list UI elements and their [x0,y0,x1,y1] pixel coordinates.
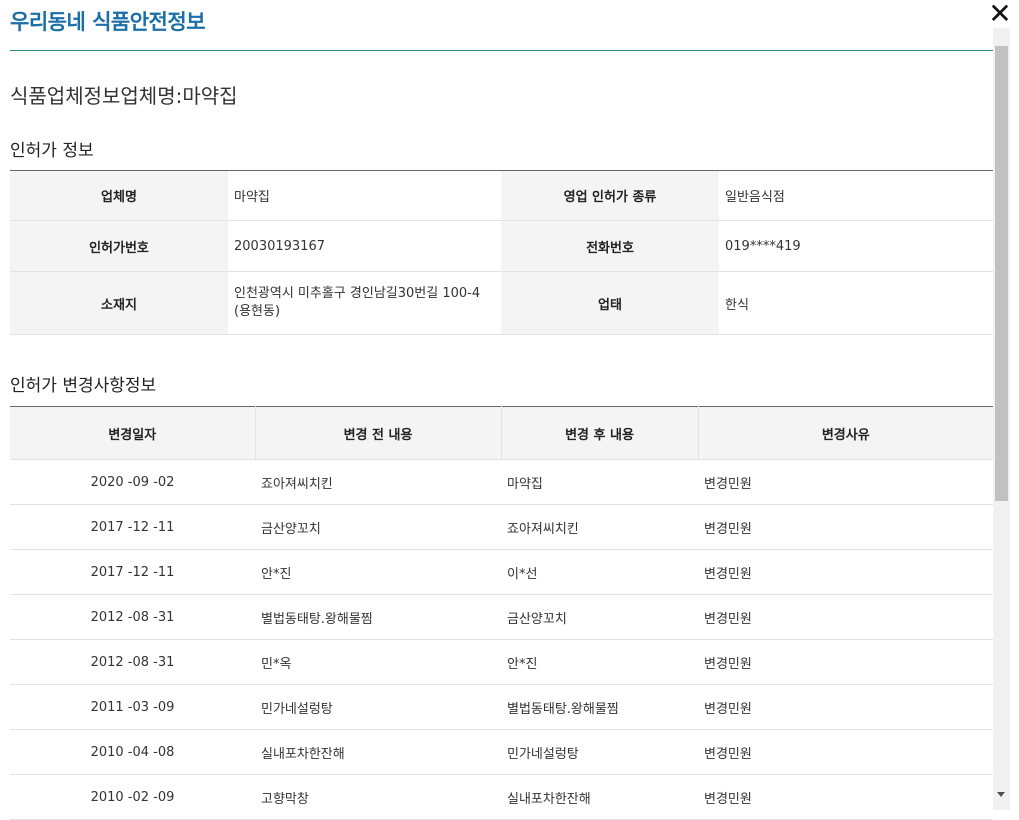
change-date: 2011 -03 -09 [10,684,255,730]
value-phone: 019****419 [719,220,993,272]
change-date: 2017 -12 -11 [10,549,255,595]
business-heading: 식품업체정보업체명:마약집 [10,84,238,108]
value-business-name: 마약집 [228,170,501,221]
content-after: 민가네설렁탕 [501,729,698,775]
change-date: 2012 -08 -31 [10,639,255,685]
license-section-title: 인허가 정보 [10,141,94,161]
table-row: 2011 -03 -09 민가네설렁탕 별법동태탕.왕해물찜 변경민원 [10,684,993,730]
change-reason: 변경민원 [698,639,993,685]
content-after: 죠아져씨치킨 [501,504,698,550]
change-reason: 변경민원 [698,504,993,550]
title-divider [10,50,993,51]
table-row: 2017 -12 -11 금산양꼬치 죠아져씨치킨 변경민원 [10,504,993,550]
license-row: 인허가번호 20030193167 전화번호 019****419 [10,220,993,272]
content-before: 실내포차한잔해 [255,729,501,775]
table-row: 2010 -04 -08 실내포차한잔해 민가네설렁탕 변경민원 [10,729,993,775]
content-before: 죠아져씨치킨 [255,459,501,505]
header-content-after: 변경 후 내용 [500,406,698,460]
label-business-category: 업태 [501,271,719,335]
label-address: 소재지 [10,271,228,335]
content-before: 민가네설렁탕 [255,684,501,730]
content-after: 별법동태탕.왕해물찜 [501,684,698,730]
vertical-scrollbar[interactable] [993,28,1010,810]
content-after: 이*선 [501,549,698,595]
content-before: 민*옥 [255,639,501,685]
label-phone: 전화번호 [501,220,719,272]
close-button[interactable]: ✕ [987,0,1013,28]
table-row: 2012 -08 -31 민*옥 안*진 변경민원 [10,639,993,685]
content-before: 금산양꼬치 [255,504,501,550]
change-reason: 변경민원 [698,684,993,730]
header-change-reason: 변경사유 [697,406,993,460]
change-date: 2012 -08 -31 [10,594,255,640]
label-license-number: 인허가번호 [10,220,228,272]
content-before: 별법동태탕.왕해물찜 [255,594,501,640]
change-reason: 변경민원 [698,729,993,775]
value-license-type: 일반음식점 [719,170,993,221]
label-business-name: 업체명 [10,170,228,221]
scrollbar-thumb[interactable] [995,46,1008,501]
change-reason: 변경민원 [698,549,993,595]
license-info-table: 업체명 마약집 영업 인허가 종류 일반음식점 인허가번호 2003019316… [10,170,993,335]
label-license-type: 영업 인허가 종류 [501,170,719,221]
content-after: 금산양꼬치 [501,594,698,640]
value-business-category: 한식 [719,271,993,335]
change-date: 2017 -12 -11 [10,504,255,550]
change-reason: 변경민원 [698,774,993,820]
content-after: 마약집 [501,459,698,505]
change-reason: 변경민원 [698,459,993,505]
license-changes-table: 변경일자 변경 전 내용 변경 후 내용 변경사유 2020 -09 -02 죠… [10,406,993,820]
popup-title: 우리동네 식품안전정보 [10,10,206,34]
chevron-down-icon[interactable] [997,792,1005,797]
license-row: 업체명 마약집 영업 인허가 종류 일반음식점 [10,170,993,221]
content-after: 안*진 [501,639,698,685]
license-row: 소재지 인천광역시 미추홀구 경인남길30번길 100-4 (용현동) 업태 한… [10,271,993,335]
close-icon: ✕ [988,0,1012,30]
change-date: 2010 -02 -09 [10,774,255,820]
table-row: 2017 -12 -11 안*진 이*선 변경민원 [10,549,993,595]
content-after: 실내포차한잔해 [501,774,698,820]
header-content-before: 변경 전 내용 [254,406,501,460]
content-before: 안*진 [255,549,501,595]
popup-content: 우리동네 식품안전정보 식품업체정보업체명:마약집 인허가 정보 업체명 마약집… [10,0,993,820]
table-row: 2010 -02 -09 고향막창 실내포차한잔해 변경민원 [10,774,993,820]
table-row: 2020 -09 -02 죠아져씨치킨 마약집 변경민원 [10,459,993,505]
change-date: 2020 -09 -02 [10,459,255,505]
content-before: 고향막창 [255,774,501,820]
value-address: 인천광역시 미추홀구 경인남길30번길 100-4 (용현동) [228,271,501,335]
change-reason: 변경민원 [698,594,993,640]
table-row: 2012 -08 -31 별법동태탕.왕해물찜 금산양꼬치 변경민원 [10,594,993,640]
value-license-number: 20030193167 [228,220,501,272]
changes-header-row: 변경일자 변경 전 내용 변경 후 내용 변경사유 [10,406,993,460]
header-change-date: 변경일자 [10,406,255,460]
change-date: 2010 -04 -08 [10,729,255,775]
changes-section-title: 인허가 변경사항정보 [10,376,157,396]
